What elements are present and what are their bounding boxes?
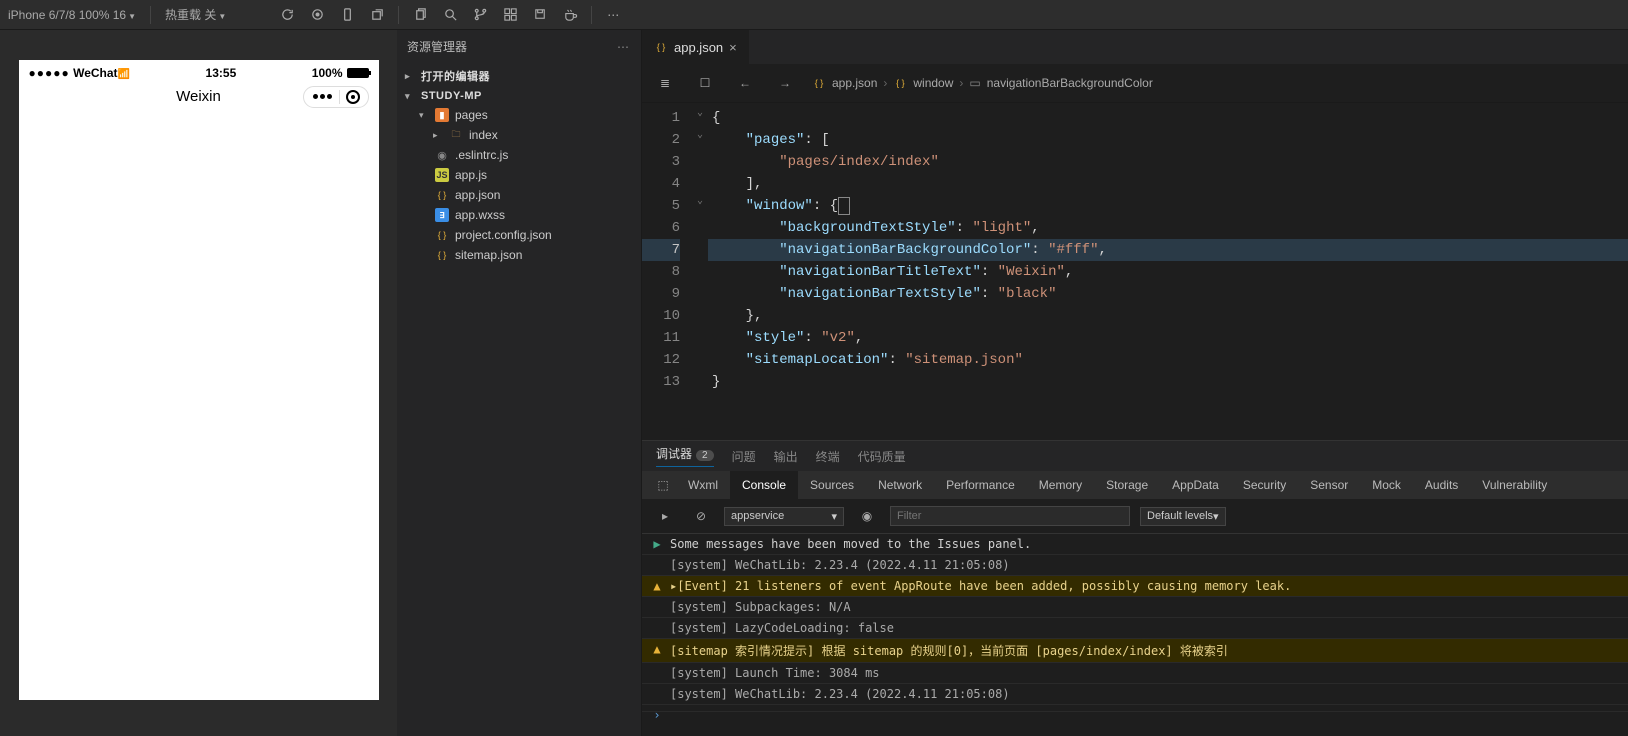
tab-output[interactable]: 输出	[774, 448, 798, 465]
blocks-icon[interactable]	[497, 2, 523, 28]
tab-terminal[interactable]: 终端	[816, 448, 840, 465]
top-toolbar: iPhone 6/7/8 100% 16▼ 热重载 关▼ ⋯	[0, 0, 1628, 30]
line-gutter: 1 2 3 4 5 6 7 8 9 10 11 12 13	[642, 103, 692, 440]
breadcrumb[interactable]: { }app.json › { }window › ▭ navigationBa…	[812, 76, 1153, 90]
devtab-audits[interactable]: Audits	[1413, 471, 1470, 499]
explorer-title: 资源管理器	[407, 38, 467, 55]
fold-column[interactable]: ⌄⌄⌄	[692, 103, 708, 440]
bottom-panel: 调试器2 问题 输出 终端 代码质量 ⬚ Wxml Console Source…	[642, 440, 1628, 736]
forward-icon[interactable]: →	[772, 70, 798, 96]
file-project-config[interactable]: { }project.config.json	[397, 225, 641, 245]
explorer-panel: 资源管理器 ⋯ ▸打开的编辑器 ▾STUDY-MP ▾▮pages ▸🗀inde…	[397, 30, 642, 736]
devtab-wxml[interactable]: Wxml	[676, 471, 730, 499]
phone-status-bar: ●●●●● WeChat📶 13:55 100%	[19, 60, 379, 82]
devtab-network[interactable]: Network	[866, 471, 934, 499]
record-icon[interactable]	[304, 2, 330, 28]
project-root[interactable]: ▾STUDY-MP	[397, 87, 641, 105]
refresh-icon[interactable]	[274, 2, 300, 28]
bookmark-icon[interactable]: ☐	[692, 70, 718, 96]
file-app-wxss[interactable]: ∃app.wxss	[397, 205, 641, 225]
tab-code-quality[interactable]: 代码质量	[858, 448, 906, 465]
filter-input[interactable]	[890, 506, 1130, 526]
more-icon[interactable]: ⋯	[600, 2, 626, 28]
devtab-console[interactable]: Console	[730, 471, 798, 499]
file-eslintrc[interactable]: ◉.eslintrc.js	[397, 145, 641, 165]
devtab-security[interactable]: Security	[1231, 471, 1298, 499]
more-icon[interactable]: ⋯	[617, 40, 631, 54]
phone-time: 13:55	[206, 66, 237, 80]
simulator-panel: ●●●●● WeChat📶 13:55 100% Weixin	[0, 30, 397, 736]
file-app-json[interactable]: { }app.json	[397, 185, 641, 205]
code-editor[interactable]: 1 2 3 4 5 6 7 8 9 10 11 12 13 ⌄⌄⌄	[642, 103, 1628, 440]
phone-preview: ●●●●● WeChat📶 13:55 100% Weixin	[19, 60, 379, 700]
devtab-vulnerability[interactable]: Vulnerability	[1470, 471, 1559, 499]
clear-icon[interactable]: ⊘	[688, 503, 714, 529]
tab-debugger[interactable]: 调试器2	[656, 445, 714, 467]
devtab-storage[interactable]: Storage	[1094, 471, 1160, 499]
target-icon[interactable]	[346, 90, 360, 104]
devtab-sensor[interactable]: Sensor	[1298, 471, 1360, 499]
folder-pages[interactable]: ▾▮pages	[397, 105, 641, 125]
detach-icon[interactable]	[364, 2, 390, 28]
save-all-icon[interactable]	[527, 2, 553, 28]
devtab-appdata[interactable]: AppData	[1160, 471, 1231, 499]
play-icon[interactable]: ▸	[652, 503, 678, 529]
devtab-memory[interactable]: Memory	[1027, 471, 1094, 499]
devtab-performance[interactable]: Performance	[934, 471, 1027, 499]
hot-reload-toggle[interactable]: 热重载 关▼	[165, 6, 226, 23]
git-branch-icon[interactable]	[467, 2, 493, 28]
editor-tabs: { } app.json ×	[642, 30, 1628, 64]
back-icon[interactable]: ←	[732, 70, 758, 96]
tab-problems[interactable]: 问题	[732, 448, 756, 465]
devtools-tabs: ⬚ Wxml Console Sources Network Performan…	[642, 471, 1628, 499]
inspect-icon[interactable]: ⬚	[650, 472, 676, 498]
copy-icon[interactable]	[407, 2, 433, 28]
folder-index[interactable]: ▸🗀index	[397, 125, 641, 145]
device-selector[interactable]: iPhone 6/7/8 100% 16▼	[8, 8, 136, 22]
console-output[interactable]: ▶Some messages have been moved to the Is…	[642, 534, 1628, 736]
phone-icon[interactable]	[334, 2, 360, 28]
file-app-js[interactable]: JSapp.js	[397, 165, 641, 185]
open-editors-section[interactable]: ▸打开的编辑器	[397, 65, 641, 87]
eye-icon[interactable]: ◉	[854, 503, 880, 529]
file-sitemap[interactable]: { }sitemap.json	[397, 245, 641, 265]
devtab-mock[interactable]: Mock	[1360, 471, 1413, 499]
context-selector[interactable]: appservice▾	[724, 507, 844, 526]
levels-selector[interactable]: Default levels ▾	[1140, 507, 1226, 526]
code-body[interactable]: { "pages": [ "pages/index/index" ], "win…	[708, 103, 1628, 440]
devtab-sources[interactable]: Sources	[798, 471, 866, 499]
tab-app-json[interactable]: { } app.json ×	[642, 30, 749, 64]
search-icon[interactable]	[437, 2, 463, 28]
coffee-icon[interactable]	[557, 2, 583, 28]
close-icon[interactable]: ×	[729, 40, 737, 55]
capsule-button[interactable]	[303, 86, 369, 108]
list-icon[interactable]: ≣	[652, 70, 678, 96]
battery-icon	[347, 68, 369, 78]
page-title: Weixin	[176, 88, 221, 105]
